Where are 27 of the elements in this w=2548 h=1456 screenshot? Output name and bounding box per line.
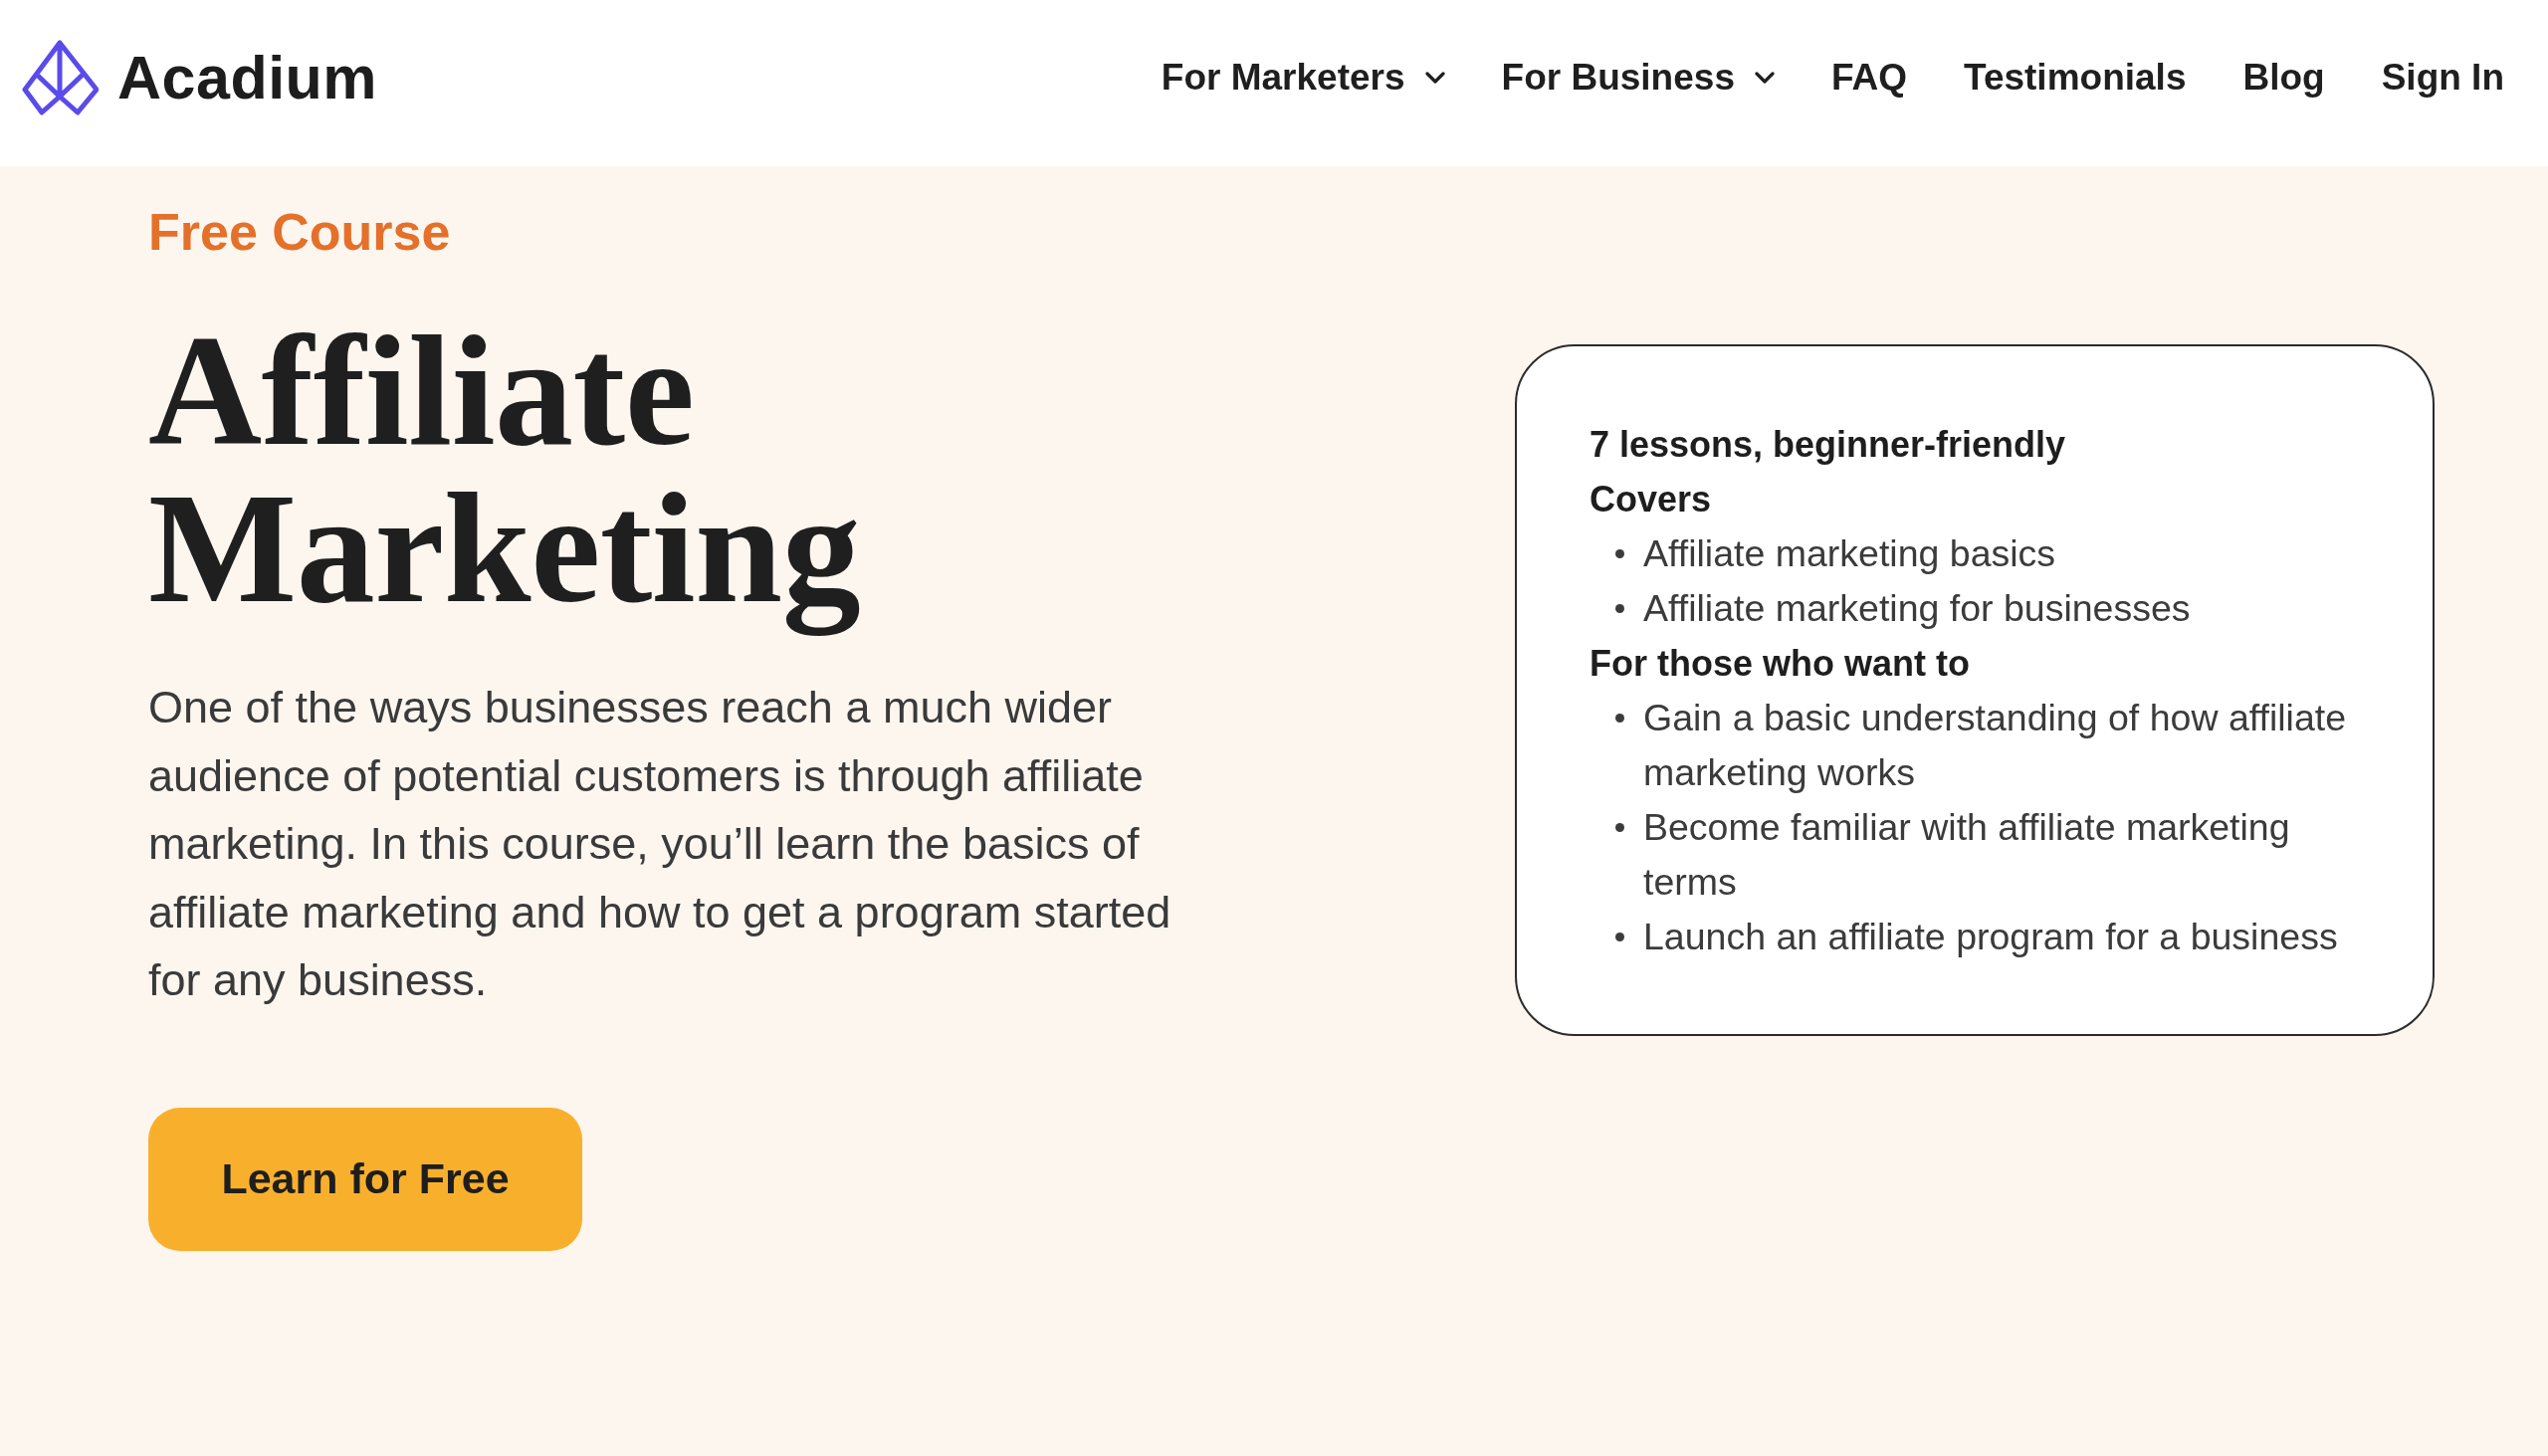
page-title: Affiliate Marketing bbox=[148, 312, 861, 638]
nav-link[interactable]: FAQ bbox=[1830, 55, 1908, 101]
section-heading: For those who want to bbox=[1590, 642, 1970, 686]
nav-link[interactable]: Testimonials bbox=[1964, 55, 2187, 101]
logo-icon[interactable] bbox=[22, 40, 99, 115]
bullet-icon bbox=[1615, 604, 1624, 613]
list-item-text: Gain a basic understanding of how affiliate marketing works bbox=[1643, 696, 2348, 795]
section-heading: Covers bbox=[1590, 478, 1712, 521]
eyebrow-label: Free Course bbox=[148, 202, 451, 263]
learn-for-free-button[interactable]: Learn for Free bbox=[148, 1107, 582, 1251]
nav-link[interactable]: For Marketers bbox=[1161, 55, 1445, 101]
list-item-text: Affiliate marketing basics bbox=[1643, 531, 2057, 576]
course-description: One of the ways businesses reach a much wider audience of potential customers is through affiliate marketing. In this course, you’ll learn the basics of affiliate marketing and how to get a program started for any business. bbox=[148, 681, 1172, 1008]
list-item-text: Launch an affiliate program for a business bbox=[1643, 915, 2339, 959]
list-item-text: Become familiar with affiliate marketing terms bbox=[1643, 805, 2291, 905]
bullet-icon bbox=[1615, 714, 1624, 723]
bullet-icon bbox=[1615, 823, 1624, 832]
nav-link[interactable]: For Business bbox=[1501, 55, 1775, 101]
chevron-down-icon[interactable] bbox=[1424, 72, 1445, 84]
list-item-text: Affiliate marketing for businesses bbox=[1643, 586, 2192, 631]
nav-link[interactable]: Sign In bbox=[2381, 55, 2504, 101]
chevron-down-icon[interactable] bbox=[1754, 72, 1775, 84]
course-summary: 7 lessons, beginner-friendly bbox=[1590, 423, 2066, 467]
bullet-icon bbox=[1615, 549, 1624, 558]
nav-link[interactable]: Blog bbox=[2242, 55, 2325, 101]
brand-name[interactable]: Acadium bbox=[117, 47, 378, 108]
bullet-icon bbox=[1615, 933, 1624, 941]
